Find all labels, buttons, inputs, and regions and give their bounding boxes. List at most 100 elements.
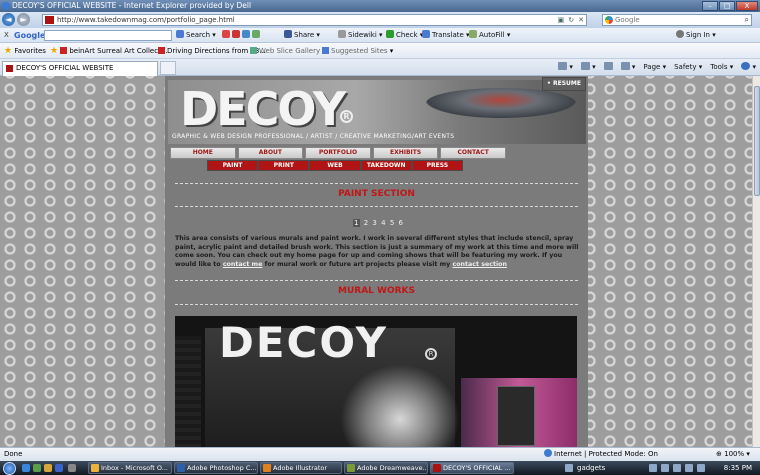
vertical-scrollbar[interactable] [752, 76, 760, 447]
refresh-icon[interactable]: ↻ [568, 15, 574, 25]
page-menu[interactable]: Page ▾ [643, 61, 666, 74]
tray-icon[interactable] [673, 464, 681, 472]
scrollbar-thumb[interactable] [754, 86, 760, 196]
ie2-quicklaunch-icon[interactable] [55, 464, 63, 472]
nav-about[interactable]: ABOUT [237, 147, 304, 159]
page-link[interactable]: 3 [372, 219, 377, 227]
favorite-link-1[interactable]: ★ beinArt Surreal Art Collect... [50, 43, 167, 59]
toolbar-search-button[interactable]: Search ▾ [176, 28, 216, 43]
minimize-button[interactable]: – [702, 1, 718, 11]
switch-windows-icon[interactable] [68, 464, 76, 472]
taskbar-ie[interactable]: DECOY'S OFFICIAL ... [430, 462, 514, 474]
favorite-link-4[interactable]: Suggested Sites ▾ [322, 43, 393, 59]
gadgets-icon[interactable] [565, 464, 573, 472]
google-logo: Google [14, 31, 46, 40]
nav-exhibits[interactable]: EXHIBITS [372, 147, 439, 159]
toolbar-check-button[interactable]: Check ▾ [386, 28, 423, 43]
pushpin-icon [158, 47, 165, 54]
search-icon[interactable]: ⌕ [745, 15, 749, 25]
tools-menu[interactable]: Tools ▾ [710, 61, 733, 74]
favorites-button[interactable]: ★ Favorites [4, 43, 46, 59]
page-viewport: DECOY R GRAPHIC & WEB DESIGN PROFESSIONA… [0, 76, 752, 447]
nav-home[interactable]: HOME [170, 147, 236, 159]
tab-active[interactable]: DECOY'S OFFICIAL WEBSITE [2, 61, 158, 76]
window-title: DECOY'S OFFICIAL WEBSITE - Internet Expl… [12, 1, 252, 10]
search-input[interactable]: Google ⌕ [602, 14, 752, 26]
compatibility-icon[interactable]: ▣ [558, 15, 565, 25]
contact-me-link[interactable]: contact me [223, 261, 263, 268]
subnav-takedown[interactable]: TAKEDOWN [361, 161, 411, 170]
feeds-button[interactable]: ▾ [580, 61, 596, 74]
subnav-press[interactable]: PRESS [412, 161, 463, 170]
toolbar-signin-button[interactable]: Sign In ▾ [676, 28, 716, 43]
start-button[interactable] [3, 462, 16, 475]
nav-contact[interactable]: CONTACT [440, 147, 506, 159]
security-zone[interactable]: Internet | Protected Mode: On [544, 448, 658, 461]
page-link-current[interactable]: 1 [353, 219, 361, 227]
portfolio-sub-nav: PAINT PRINT WEB TAKEDOWN PRESS [207, 160, 463, 171]
back-button[interactable]: ◄ [2, 13, 15, 26]
page-link[interactable]: 5 [390, 219, 395, 227]
subnav-paint[interactable]: PAINT [208, 161, 258, 170]
google-toolbar-search-input[interactable] [44, 30, 172, 41]
desktop-quicklaunch-icon[interactable] [33, 464, 41, 472]
magnifier-icon [176, 30, 184, 38]
resume-button[interactable]: • RESUME [542, 77, 586, 91]
contact-section-link[interactable]: contact section [452, 261, 506, 268]
main-nav: HOME ABOUT PORTFOLIO EXHIBITS CONTACT [170, 147, 506, 159]
subnav-web[interactable]: WEB [310, 161, 360, 170]
forward-button[interactable]: ► [17, 13, 30, 26]
safety-menu[interactable]: Safety ▾ [674, 61, 702, 74]
nav-portfolio[interactable]: PORTFOLIO [305, 147, 371, 159]
ie-quicklaunch-icon[interactable] [22, 464, 30, 472]
clock[interactable]: 8:35 PM [724, 461, 752, 475]
toolbar-share-button[interactable]: Share ▾ [284, 28, 320, 43]
subnav-print[interactable]: PRINT [259, 161, 309, 170]
network-icon[interactable] [685, 464, 693, 472]
print-button[interactable]: ▾ [620, 61, 635, 74]
mural-title: MURAL WORKS [338, 286, 415, 296]
close-button[interactable]: X [736, 1, 758, 11]
stop-icon[interactable]: ✕ [578, 15, 584, 25]
translate-icon [422, 30, 430, 38]
gadgets-label[interactable]: gadgets [577, 461, 605, 475]
zoom-level[interactable]: ⊕ 100% ▾ [716, 448, 750, 461]
favorite-link-3[interactable]: Web Slice Gallery ▾ [250, 43, 326, 59]
outlook-icon [91, 464, 99, 472]
home-button[interactable]: ▾ [558, 61, 573, 74]
taskbar-photoshop[interactable]: Adobe Photoshop C... [174, 462, 258, 474]
site-logo[interactable]: DECOY [180, 86, 346, 132]
taskbar-dreamweaver[interactable]: Adobe Dreamweave... [344, 462, 428, 474]
site-tagline: GRAPHIC & WEB DESIGN PROFESSIONAL / ARTI… [172, 133, 455, 140]
magnifier-icon: ⊕ [716, 450, 722, 458]
page-link[interactable]: 6 [399, 219, 404, 227]
taskbar-outlook[interactable]: Inbox - Microsoft O... [88, 462, 172, 474]
site-container: DECOY R GRAPHIC & WEB DESIGN PROFESSIONA… [165, 76, 588, 447]
toolbar-close-icon[interactable]: X [4, 28, 9, 43]
page-link[interactable]: 2 [364, 219, 369, 227]
toolbar-autofill-button[interactable]: AutoFill ▾ [469, 28, 510, 43]
tray-icon[interactable] [649, 464, 657, 472]
popup-icon [222, 30, 230, 38]
toolbar-sidewiki-button[interactable]: Sidewiki ▾ [338, 28, 383, 43]
maximize-button[interactable]: □ [719, 1, 735, 11]
volume-icon[interactable] [697, 464, 705, 472]
tray-icon[interactable] [661, 464, 669, 472]
section-description: This area consists of various murals and… [175, 235, 579, 268]
help-button[interactable]: ▾ [741, 61, 756, 74]
new-tab-button[interactable] [160, 61, 176, 75]
page-link[interactable]: 4 [381, 219, 386, 227]
toolbar-translate-button[interactable]: Translate ▾ [422, 28, 470, 43]
taskbar-illustrator[interactable]: Adobe Illustrator [260, 462, 342, 474]
help-icon [741, 62, 751, 70]
mail-button[interactable] [603, 61, 613, 74]
toolbar-extra-icons[interactable] [222, 28, 262, 43]
photoshop-icon [177, 464, 185, 472]
mural-photo[interactable]: DECOY R [175, 316, 577, 447]
site-banner: DECOY R GRAPHIC & WEB DESIGN PROFESSIONA… [168, 80, 586, 144]
banner-puddle-image [426, 88, 576, 118]
window-controls: – □ X [702, 1, 758, 11]
address-input[interactable]: http://www.takedownmag.com/portfolio_pag… [42, 14, 587, 26]
explorer-quicklaunch-icon[interactable] [44, 464, 52, 472]
printer-icon [620, 62, 630, 70]
